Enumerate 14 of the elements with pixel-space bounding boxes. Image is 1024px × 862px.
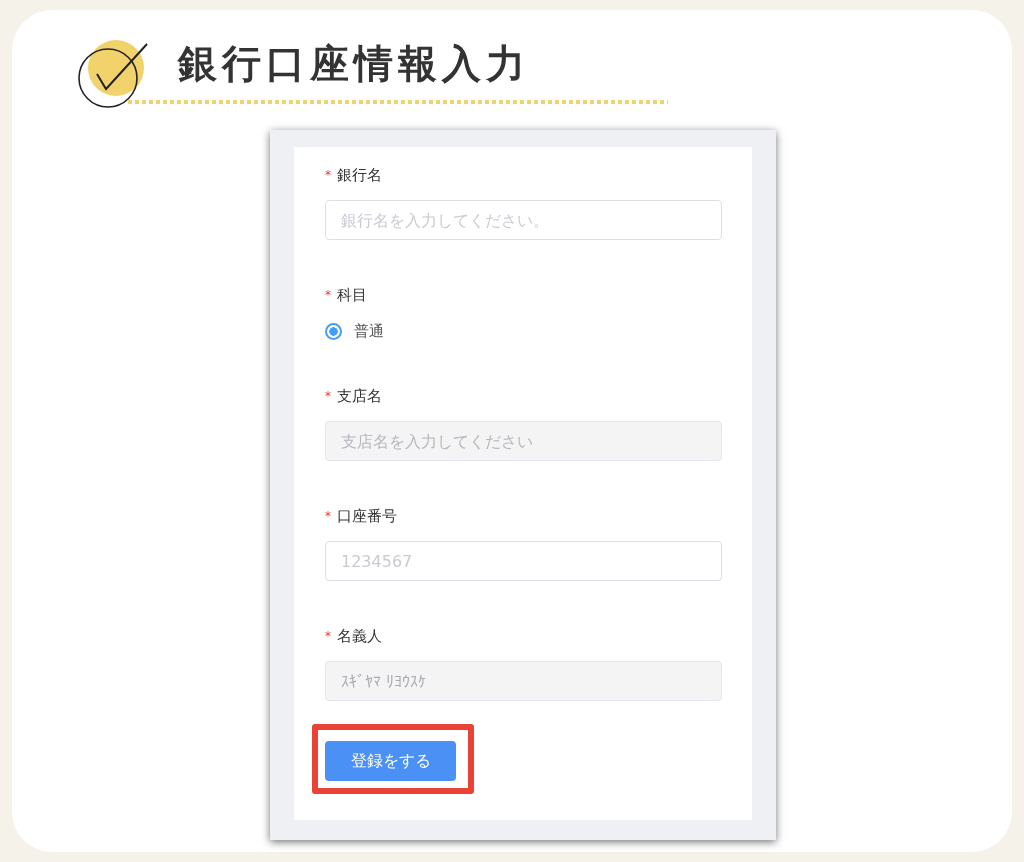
field-label: 支店名	[337, 386, 382, 406]
field-label: 銀行名	[337, 165, 382, 185]
field-label: 口座番号	[337, 506, 397, 526]
required-mark: *	[325, 288, 331, 302]
required-mark: *	[325, 629, 331, 643]
radio-option[interactable]: 普通	[325, 322, 384, 341]
page-title: 銀行口座情報入力	[178, 40, 531, 88]
radio-button[interactable]	[325, 323, 342, 340]
required-mark: *	[325, 389, 331, 403]
required-mark: *	[325, 509, 331, 523]
field-label: 名義人	[337, 626, 382, 646]
submit-button[interactable]: 登録をする	[325, 741, 456, 781]
required-mark: *	[325, 168, 331, 182]
field-label: 科目	[337, 285, 367, 305]
